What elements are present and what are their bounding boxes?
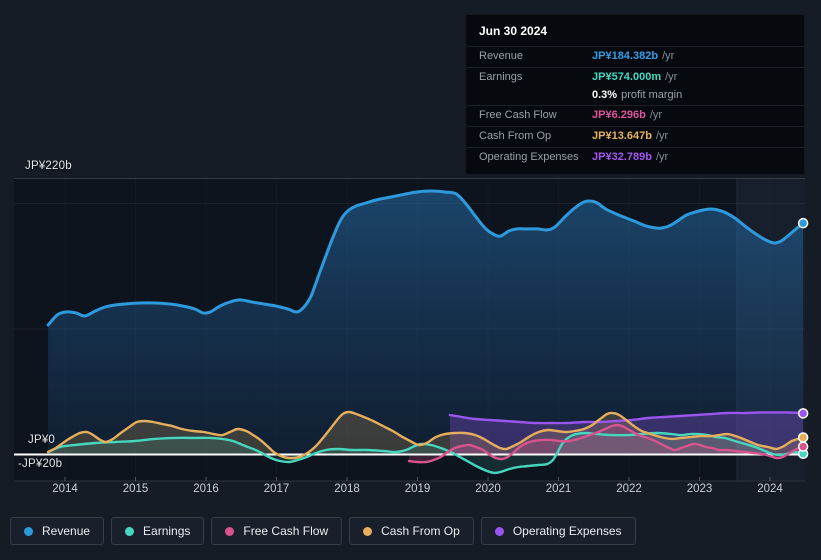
tooltip-row-value: JP¥184.382b — [592, 50, 659, 62]
legend-dot — [225, 526, 235, 536]
legend-label: Operating Expenses — [512, 524, 622, 538]
tooltip-row: Free Cash Flow JP¥6.296b/yr — [466, 105, 804, 126]
x-axis-label-2015: 2015 — [122, 483, 149, 495]
endpoint-marker-free-cash-flow — [797, 441, 809, 452]
tooltip-row-label: Operating Expenses — [479, 151, 579, 163]
tooltip-row-suffix: /yr — [655, 151, 669, 163]
tooltip-profit-margin: 0.3% profit margin — [592, 89, 683, 101]
financials-chart-panel: JP¥220b JP¥0 -JP¥20b 2014 2015 2016 2017 201… — [0, 0, 821, 560]
legend-dot — [125, 526, 135, 536]
x-axis-label-2023: 2023 — [686, 483, 713, 495]
legend-dot — [24, 526, 33, 536]
x-axis-label-2021: 2021 — [545, 483, 572, 495]
tooltip-row: Earnings JP¥574.000m/yr 0.3% profit margin — [466, 67, 804, 105]
x-axis-label-2024: 2024 — [757, 483, 783, 495]
legend-label: Earnings — [143, 524, 191, 538]
x-axis: 2014 2015 2016 2017 2018 2019 2020 2021 2022 2023… — [0, 483, 821, 499]
tooltip-row-value: JP¥574.000m — [592, 71, 662, 83]
x-axis-label-2022: 2022 — [616, 483, 642, 495]
legend-label: Cash From Op — [381, 524, 460, 538]
tooltip-row-suffix: /yr — [665, 71, 678, 83]
legend-dot — [494, 526, 504, 536]
tooltip-row-value: JP¥13.647b — [592, 130, 652, 142]
legend-label: Free Cash Flow — [243, 524, 329, 538]
x-axis-label-2019: 2019 — [404, 483, 431, 495]
tooltip-row-label: Cash From Op — [479, 130, 552, 142]
tooltip-row-suffix: /yr — [655, 130, 669, 142]
chart-tooltip: Jun 30 2024 Revenue JP¥184.382b/yr Earning… — [465, 14, 805, 175]
tooltip-row-suffix: /yr — [649, 109, 663, 121]
chart-legend: Revenue Earnings Free Cash Flow Cash From O… — [10, 517, 636, 545]
tooltip-date: Jun 30 2024 — [479, 24, 548, 38]
x-axis-label-2016: 2016 — [193, 483, 219, 495]
x-axis-label-2020: 2020 — [475, 483, 501, 495]
tooltip-row-suffix: /yr — [662, 50, 675, 62]
endpoint-marker-operating-expenses — [797, 408, 809, 419]
x-axis-label-2018: 2018 — [334, 483, 360, 495]
tooltip-row: Cash From Op JP¥13.647b/yr — [466, 126, 804, 147]
legend-item-free-cash-flow[interactable]: Free Cash Flow — [211, 517, 343, 545]
y-axis-label-max: JP¥220b — [25, 160, 72, 172]
tooltip-row-label: Free Cash Flow — [479, 109, 557, 121]
legend-dot — [363, 526, 373, 536]
legend-item-revenue[interactable]: Revenue — [10, 517, 105, 545]
endpoint-marker-cash-from-op — [797, 432, 809, 443]
legend-item-earnings[interactable]: Earnings — [111, 517, 205, 545]
tooltip-row-label: Revenue — [479, 50, 524, 62]
tooltip-row-value: JP¥32.789b — [592, 151, 652, 163]
y-axis-label-neg: -JP¥20b — [18, 458, 63, 470]
legend-item-operating-expenses[interactable]: Operating Expenses — [480, 517, 636, 545]
y-axis-label-zero: JP¥0 — [28, 434, 56, 446]
tooltip-row-label: Earnings — [479, 71, 523, 83]
tooltip-row: Operating Expenses JP¥32.789b/yr — [466, 147, 804, 168]
tooltip-row-value: JP¥6.296b — [592, 109, 646, 121]
x-axis-label-2014: 2014 — [52, 483, 78, 495]
legend-label: Revenue — [42, 524, 91, 538]
tooltip-row: Revenue JP¥184.382b/yr — [466, 46, 804, 67]
legend-item-cash-from-op[interactable]: Cash From Op — [349, 517, 474, 545]
x-axis-label-2017: 2017 — [263, 483, 290, 495]
endpoint-marker-revenue — [797, 217, 809, 229]
